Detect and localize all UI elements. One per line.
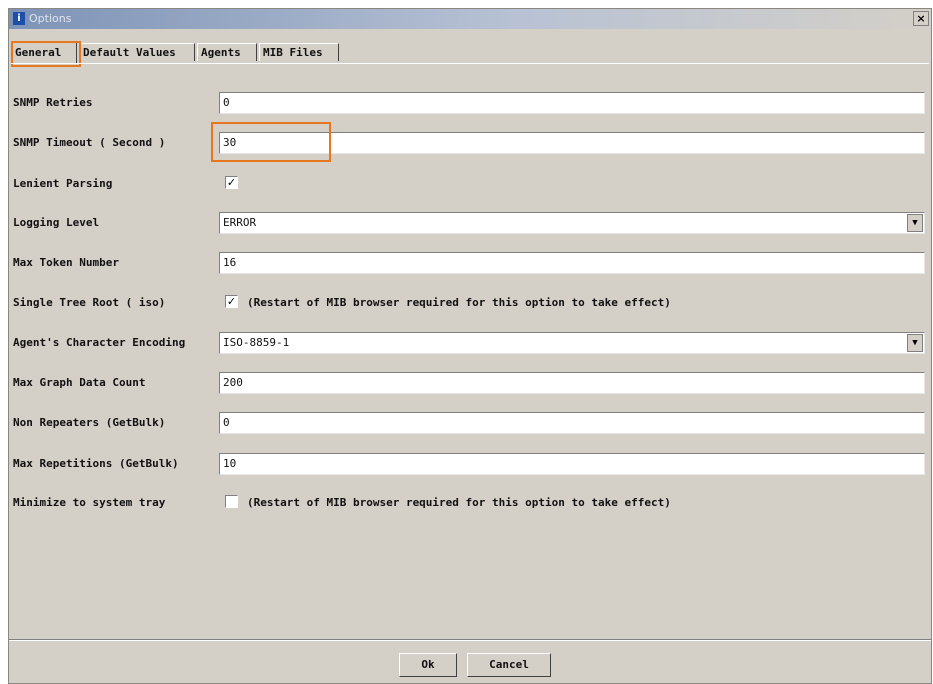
lenient-parsing-label: Lenient Parsing bbox=[13, 177, 113, 190]
single-tree-root-note: (Restart of MIB browser required for thi… bbox=[247, 296, 671, 309]
lenient-parsing-checkbox[interactable]: ✓ bbox=[225, 176, 238, 189]
chevron-down-icon[interactable]: ▼ bbox=[907, 334, 923, 352]
logging-level-value: ERROR bbox=[223, 216, 257, 229]
tab-default-values[interactable]: Default Values bbox=[79, 43, 195, 61]
single-tree-root-checkbox[interactable]: ✓ bbox=[225, 295, 238, 308]
minimize-tray-label: Minimize to system tray bbox=[13, 496, 166, 509]
tab-mib-files[interactable]: MIB Files bbox=[259, 43, 339, 61]
non-repeaters-input[interactable]: 0 bbox=[219, 412, 925, 434]
check-icon: ✓ bbox=[226, 176, 237, 189]
check-icon: ✓ bbox=[226, 295, 237, 308]
logging-level-label: Logging Level bbox=[13, 216, 100, 229]
snmp-retries-input[interactable]: 0 bbox=[219, 92, 925, 114]
ok-button[interactable]: Ok bbox=[399, 653, 457, 677]
footer-divider-highlight bbox=[9, 640, 931, 641]
tab-agents[interactable]: Agents bbox=[197, 43, 257, 61]
non-repeaters-label: Non Repeaters (GetBulk) bbox=[13, 416, 166, 429]
encoding-value: ISO-8859-1 bbox=[223, 336, 290, 349]
max-repetitions-input[interactable]: 10 bbox=[219, 453, 925, 475]
encoding-select[interactable]: ISO-8859-1 ▼ bbox=[219, 332, 925, 354]
window-title: Options bbox=[29, 12, 72, 25]
max-token-label: Max Token Number bbox=[13, 256, 119, 269]
max-graph-label: Max Graph Data Count bbox=[13, 376, 146, 389]
single-tree-root-label: Single Tree Root ( iso) bbox=[13, 296, 166, 309]
general-panel: SNMP Retries 0 SNMP Timeout ( Second ) 3… bbox=[11, 63, 929, 642]
max-repetitions-label: Max Repetitions (GetBulk) bbox=[13, 457, 179, 470]
close-icon[interactable]: × bbox=[913, 11, 929, 26]
logging-level-select[interactable]: ERROR ▼ bbox=[219, 212, 925, 234]
cancel-button[interactable]: Cancel bbox=[467, 653, 551, 677]
max-token-input[interactable]: 16 bbox=[219, 252, 925, 274]
title-bar[interactable]: i Options × bbox=[9, 9, 931, 29]
minimize-tray-note: (Restart of MIB browser required for thi… bbox=[247, 496, 671, 509]
chevron-down-icon[interactable]: ▼ bbox=[907, 214, 923, 232]
snmp-timeout-label: SNMP Timeout ( Second ) bbox=[13, 136, 166, 149]
tab-general[interactable]: General bbox=[11, 41, 77, 63]
info-icon: i bbox=[13, 12, 25, 25]
options-dialog: i Options × General Default Values Agent… bbox=[8, 8, 932, 684]
minimize-tray-checkbox[interactable] bbox=[225, 495, 238, 508]
snmp-retries-label: SNMP Retries bbox=[13, 96, 93, 109]
encoding-label: Agent's Character Encoding bbox=[13, 336, 186, 349]
max-graph-input[interactable]: 200 bbox=[219, 372, 925, 394]
snmp-timeout-input[interactable]: 30 bbox=[219, 132, 925, 154]
